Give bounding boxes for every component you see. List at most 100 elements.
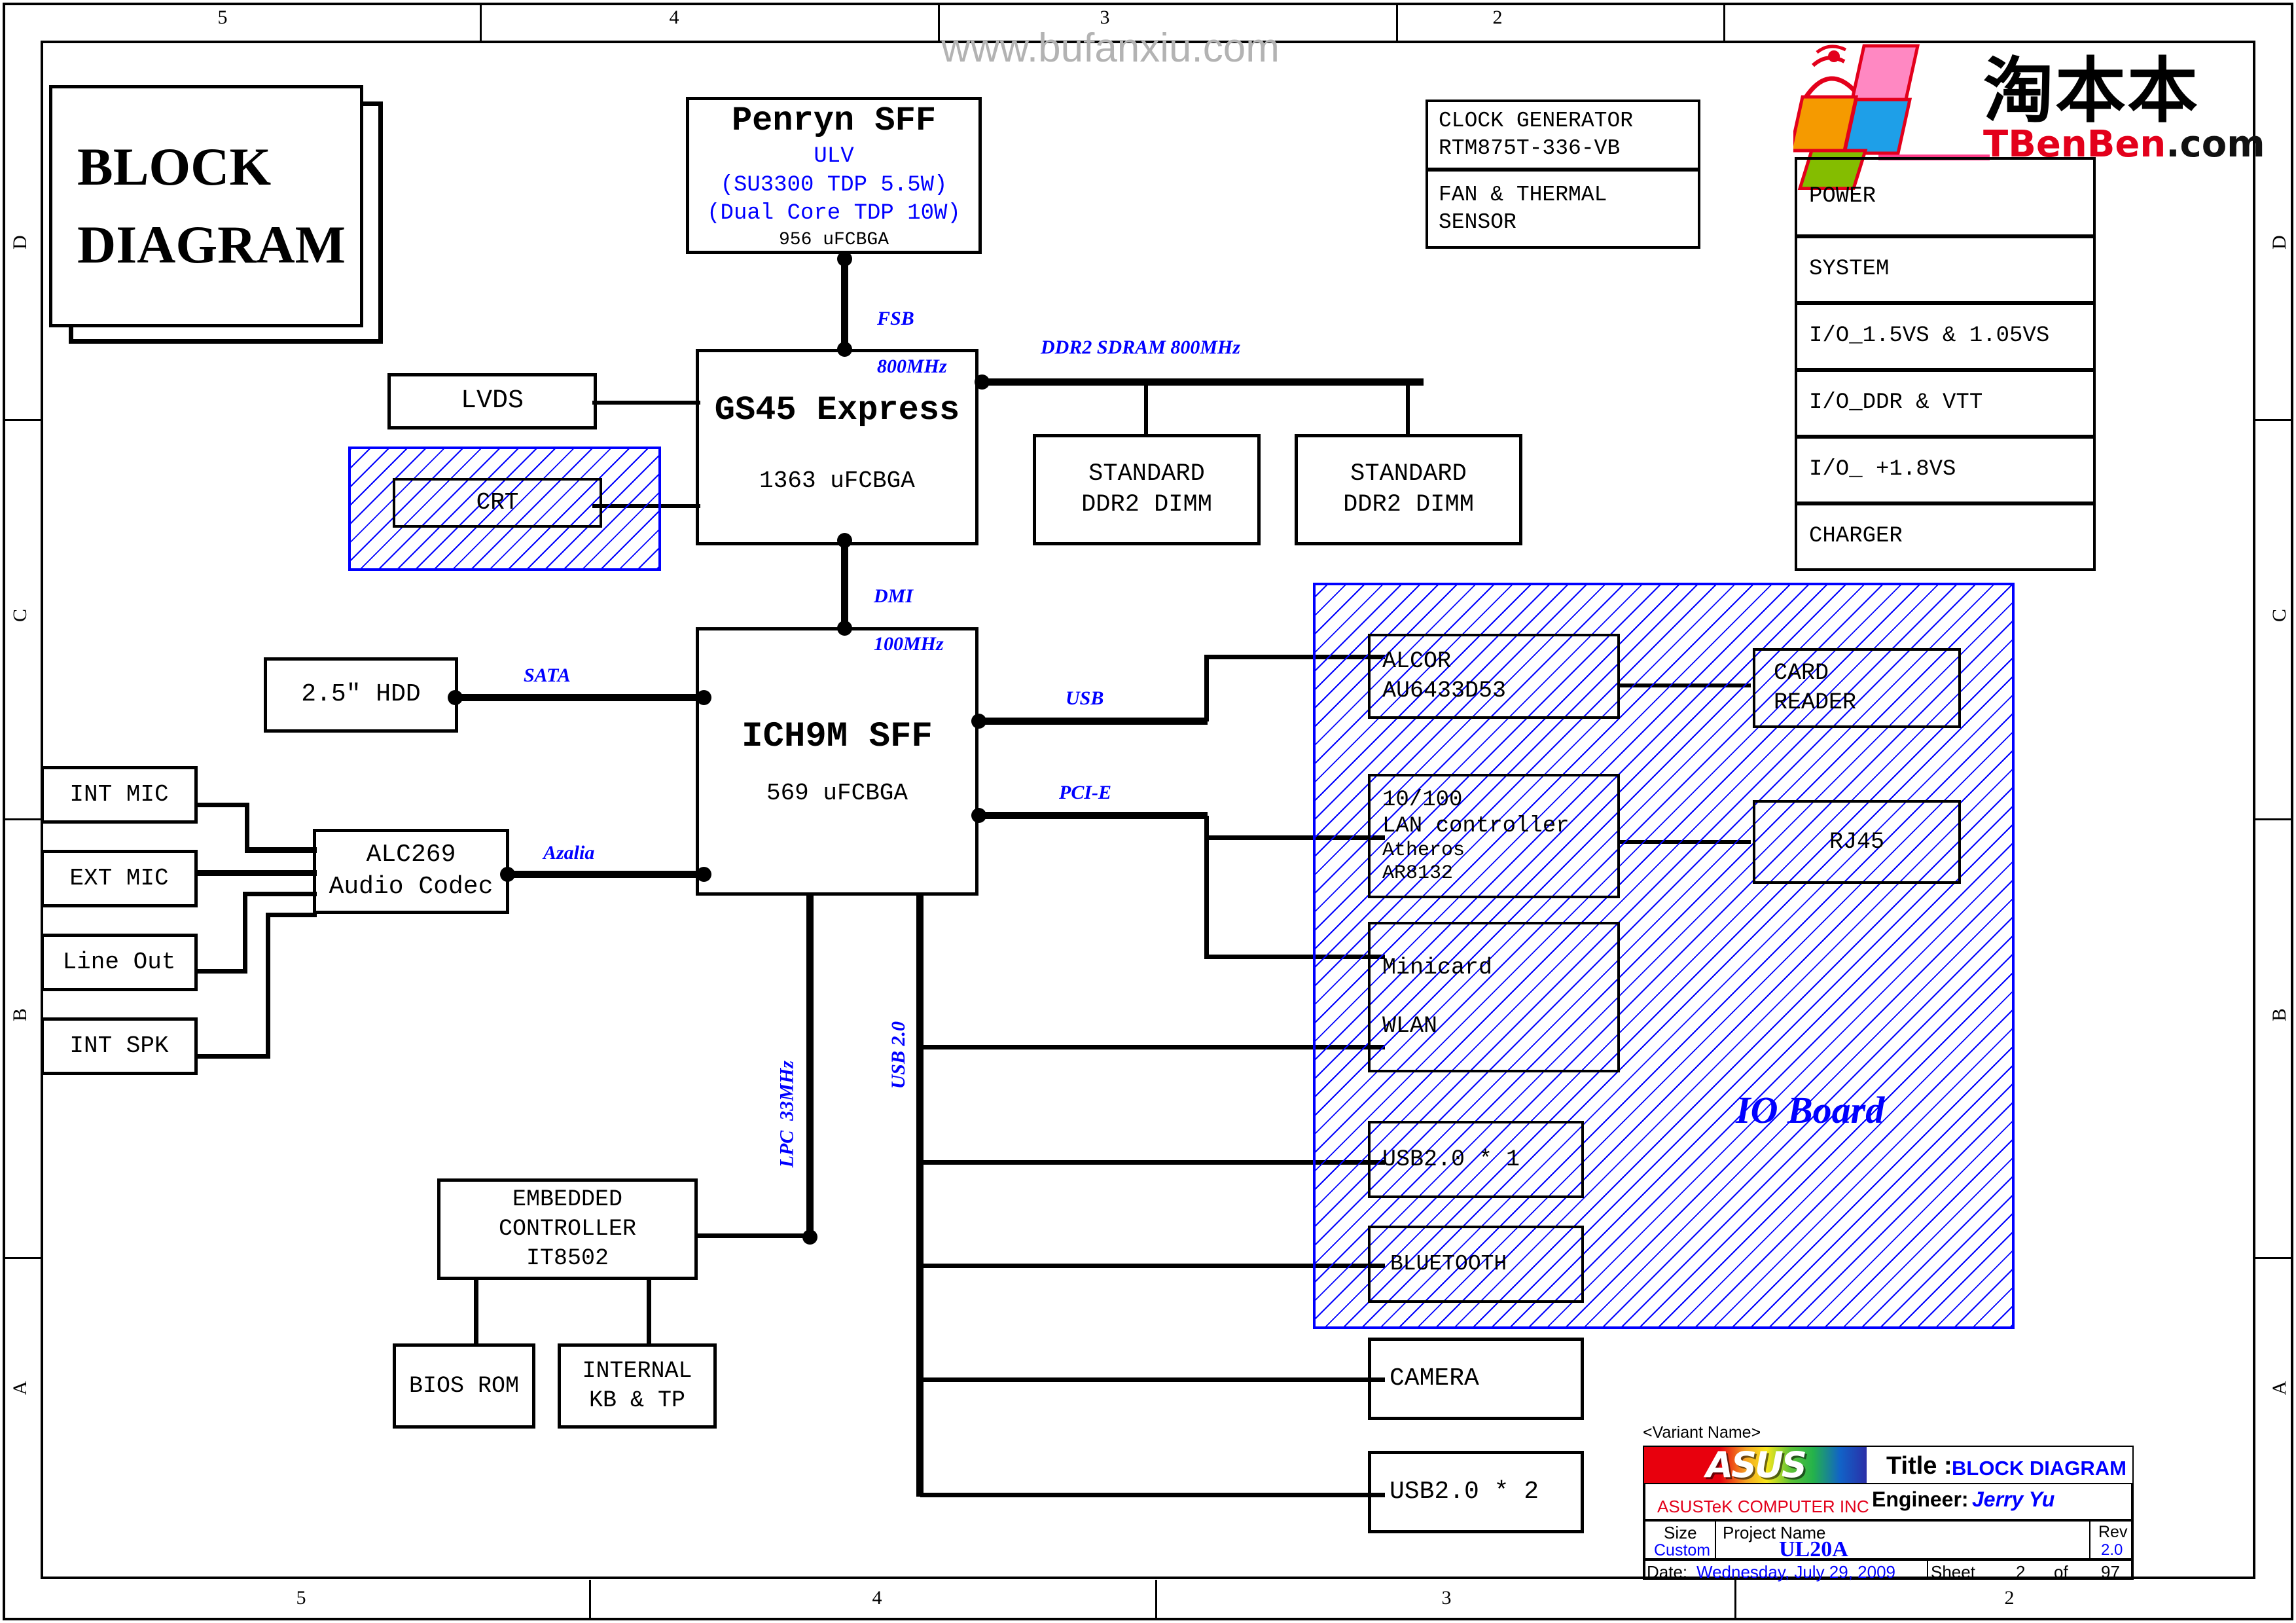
frame-tick-right — [2255, 818, 2293, 820]
block-camera: CAMERA — [1368, 1338, 1584, 1420]
power-rail-label: I/O_1.5VS & 1.05VS — [1809, 323, 2050, 349]
date-value: Wednesday, July 29, 2009 — [1696, 1562, 1896, 1582]
size-label: Size — [1664, 1523, 1697, 1542]
power-rail-item: I/O_DDR & VTT — [1795, 369, 2096, 437]
dimm2-line-1: STANDARD — [1350, 460, 1467, 488]
signal-lpc-speed: 33MHz — [776, 1061, 798, 1121]
frame-tick-left — [3, 818, 41, 820]
block-ext-mic: EXT MIC — [41, 850, 198, 907]
fan-thermal-line-1: FAN & THERMAL — [1439, 182, 1607, 207]
frame-row-label-right: D — [2269, 235, 2290, 249]
lan-line-1: 10/100 — [1382, 787, 1463, 812]
signal-label-usb20: USB 2.0 — [888, 1021, 909, 1089]
title-field-value: BLOCK DIAGRAM — [1952, 1457, 2126, 1480]
lan-line-3: Atheros — [1382, 839, 1465, 862]
frame-tick-bottom — [1734, 1580, 1736, 1620]
block-bluetooth: BLUETOOTH — [1368, 1226, 1584, 1303]
wire-azalia — [504, 871, 702, 878]
engineer-value: Jerry Yu — [1972, 1487, 2055, 1511]
crt-label: CRT — [476, 488, 519, 516]
asus-logo: ASUS — [1644, 1447, 1867, 1483]
wire-ext-mic — [196, 870, 317, 876]
wire-usb20-b5 — [920, 1493, 1385, 1497]
sheet-total: 97 — [2101, 1562, 2120, 1582]
wire-usb20-trunk — [916, 896, 924, 1497]
signal-fsb-name: FSB — [877, 307, 914, 329]
signal-label-ddr2: DDR2 SDRAM 800MHz — [1041, 337, 1241, 358]
wire-ec-kbtp — [647, 1278, 651, 1346]
wire-line-out-v — [243, 892, 247, 974]
website-watermark: www.bufanxiu.com — [941, 26, 1280, 71]
wire-line-out-h — [196, 969, 247, 974]
block-minicard-wlan: Minicard WLAN — [1368, 922, 1620, 1072]
block-lan-controller: 10/100 LAN controller Atheros AR8132 — [1368, 774, 1620, 898]
io-board-label: IO Board — [1736, 1089, 1885, 1131]
io-usb-1-label: USB2.0 * 1 — [1382, 1146, 1520, 1173]
signal-label-sata: SATA — [524, 665, 571, 686]
title-block-row-3 — [1644, 1520, 2132, 1559]
wire-ddr2-dimm2 — [1406, 384, 1410, 436]
title-field-label: Title : — [1886, 1452, 1952, 1480]
hdd-label: 2.5" HDD — [301, 680, 421, 709]
block-int-mic: INT MIC — [41, 766, 198, 824]
clock-generator-line-2: RTM875T-336-VB — [1439, 136, 1621, 160]
camera-label: CAMERA — [1390, 1364, 1479, 1393]
frame-column-label-bottom: 3 — [1441, 1587, 1452, 1609]
power-rail-label: I/O_ +1.8VS — [1809, 457, 1956, 483]
power-panel-header-label: POWER — [1809, 184, 1876, 210]
wire-lvds — [592, 401, 700, 405]
block-clock-generator: CLOCK GENERATOR RTM875T-336-VB — [1426, 100, 1700, 170]
wire-dmi — [841, 537, 848, 627]
size-value: Custom — [1654, 1541, 1711, 1559]
wire-usb — [975, 718, 1208, 725]
signal-label-azalia: Azalia — [543, 842, 595, 864]
frame-tick-top — [938, 3, 940, 41]
block-io-usb-1: USB2.0 * 1 — [1368, 1121, 1584, 1198]
lan-line-2: LAN controller — [1382, 813, 1570, 839]
bios-rom-label: BIOS ROM — [408, 1372, 520, 1399]
int-spk-label: INT SPK — [69, 1032, 169, 1059]
wire-int-spk-h — [196, 1054, 270, 1059]
cpu-tdp-single: (SU3300 TDP 5.5W) — [720, 172, 948, 198]
block-crt: CRT — [393, 478, 602, 528]
frame-column-label-bottom: 4 — [872, 1587, 882, 1609]
block-ddr2-dimm-2: STANDARD DDR2 DIMM — [1295, 434, 1522, 545]
sheet-label: Sheet — [1931, 1562, 1975, 1582]
audio-codec-line-2: Audio Codec — [329, 873, 493, 901]
frame-row-label-right: C — [2269, 609, 2290, 623]
wire-int-mic-h2 — [245, 847, 317, 853]
sheet-number: 2 — [2016, 1562, 2026, 1582]
frame-row-label-left: A — [9, 1381, 31, 1395]
block-line-out: Line Out — [41, 934, 198, 991]
project-value: UL20A — [1779, 1537, 1848, 1561]
int-mic-label: INT MIC — [69, 780, 169, 808]
block-embedded-controller: EMBEDDED CONTROLLER IT8502 — [437, 1178, 698, 1280]
lvds-label: LVDS — [460, 386, 524, 416]
power-rail-item: I/O_1.5VS & 1.05VS — [1795, 302, 2096, 371]
wire-sata — [452, 694, 702, 701]
title-card: BLOCK DIAGRAM — [49, 85, 363, 327]
cpu-tdp-dual: (Dual Core TDP 10W) — [707, 201, 961, 227]
ec-line-1: EMBEDDED — [512, 1186, 623, 1213]
power-panel-header: POWER — [1795, 157, 2096, 237]
southbridge-name: ICH9M SFF — [742, 717, 933, 757]
company-name: ASUSTeK COMPUTER INC — [1657, 1497, 1869, 1516]
signal-fsb-speed: 800MHz — [877, 355, 947, 377]
asus-wordmark: ASUS — [1706, 1447, 1806, 1483]
ext-mic-label: EXT MIC — [69, 864, 169, 892]
frame-row-label-left: C — [9, 609, 31, 623]
kbtp-line-2: KB & TP — [588, 1387, 686, 1413]
signal-lpc-name: LPC — [776, 1130, 798, 1168]
dimm1-line-1: STANDARD — [1088, 460, 1205, 488]
signal-label-usb: USB — [1066, 687, 1104, 709]
wire-pcie — [975, 812, 1208, 819]
frame-tick-right — [2255, 1257, 2293, 1259]
signal-label-fsb: FSB 800MHz — [857, 283, 947, 403]
block-audio-codec: ALC269 Audio Codec — [313, 829, 509, 914]
schematic-sheet: 5 4 3 2 5 4 3 2 D C B A D C B A www.bufa… — [0, 0, 2296, 1623]
wire-ddr2-dimm1 — [1144, 384, 1148, 436]
frame-row-label-right: A — [2269, 1381, 2290, 1395]
power-rail-item: SYSTEM — [1795, 236, 2096, 304]
frame-column-label-top: 5 — [217, 7, 228, 28]
power-rail-item: CHARGER — [1795, 503, 2096, 571]
